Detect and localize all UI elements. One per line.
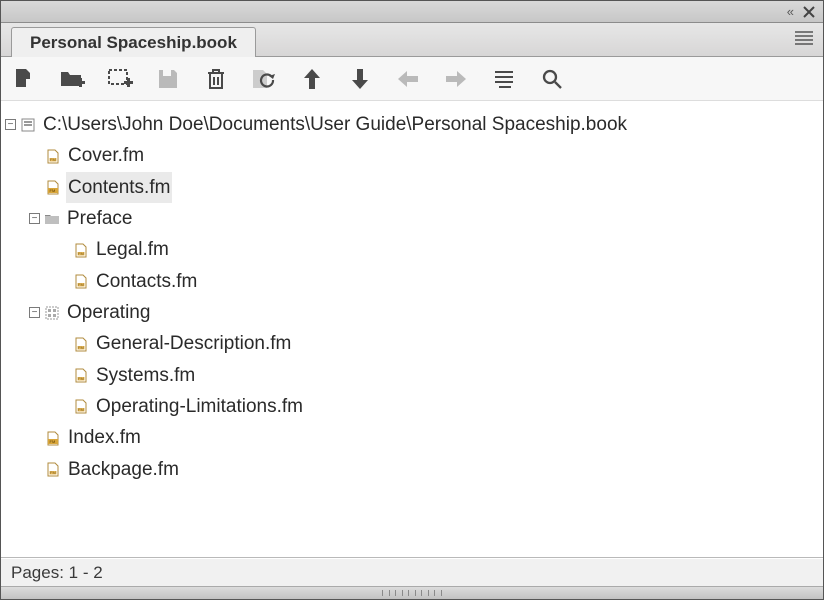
- arrow-left-icon: [396, 69, 420, 89]
- toolbar: [1, 57, 823, 101]
- move-up-button[interactable]: [299, 66, 325, 92]
- pages-status: Pages: 1 - 2: [11, 563, 103, 583]
- arrow-right-icon: [444, 69, 468, 89]
- svg-text:FM: FM: [78, 251, 84, 256]
- move-down-button[interactable]: [347, 66, 373, 92]
- forward-button[interactable]: [443, 66, 469, 92]
- collapse-button[interactable]: «: [787, 4, 793, 19]
- tree-item-label: Preface: [65, 203, 134, 234]
- tree-item[interactable]: FM Cover.fm: [5, 140, 819, 171]
- tree-item[interactable]: FM Systems.fm: [5, 360, 819, 391]
- search-button[interactable]: [539, 66, 565, 92]
- collapse-toggle[interactable]: −: [5, 119, 16, 130]
- tab-book[interactable]: Personal Spaceship.book: [11, 27, 256, 57]
- tree-item-label: Legal.fm: [94, 234, 171, 265]
- search-icon: [541, 68, 563, 90]
- collapse-toggle[interactable]: −: [29, 213, 40, 224]
- fm-doc-icon: FM: [72, 399, 90, 415]
- close-icon: [803, 6, 815, 18]
- tree-item-label: Backpage.fm: [66, 454, 181, 485]
- fm-doc-icon: FM: [72, 336, 90, 352]
- svg-text:FM: FM: [78, 376, 84, 381]
- tab-menu-button[interactable]: [795, 30, 813, 50]
- fm-doc-icon: FM: [44, 461, 62, 477]
- folder-icon: [43, 211, 61, 227]
- tree-item[interactable]: FM General-Description.fm: [5, 328, 819, 359]
- arrow-down-icon: [350, 67, 370, 91]
- titlebar: «: [1, 1, 823, 23]
- tree-root-label: C:\Users\John Doe\Documents\User Guide\P…: [41, 109, 629, 140]
- menu-icon: [795, 31, 813, 45]
- refresh-button[interactable]: [251, 66, 277, 92]
- resize-grip[interactable]: [1, 586, 823, 599]
- fm-gen-icon: FM: [44, 179, 62, 195]
- status-bar: Pages: 1 - 2: [1, 558, 823, 586]
- tree-root[interactable]: − C:\Users\John Doe\Documents\User Guide…: [5, 109, 819, 140]
- fm-gen-icon: FM: [44, 430, 62, 446]
- tree-item-label: Operating: [65, 297, 152, 328]
- outline-button[interactable]: [491, 66, 517, 92]
- tree-item-label: Index.fm: [66, 422, 143, 453]
- delete-button[interactable]: [203, 66, 229, 92]
- svg-text:FM: FM: [78, 282, 84, 287]
- book-icon: [19, 117, 37, 133]
- tab-label: Personal Spaceship.book: [28, 33, 239, 52]
- add-file-icon: [12, 67, 36, 91]
- tree-item[interactable]: FM Contacts.fm: [5, 266, 819, 297]
- tree-item-label: Systems.fm: [94, 360, 197, 391]
- grip-icon: [382, 590, 442, 596]
- tree-item[interactable]: FM Index.fm: [5, 422, 819, 453]
- close-button[interactable]: [801, 4, 817, 20]
- back-button[interactable]: [395, 66, 421, 92]
- trash-icon: [205, 67, 227, 91]
- tree-item-label: Contacts.fm: [94, 266, 199, 297]
- tree-item-label: General-Description.fm: [94, 328, 293, 359]
- svg-text:FM: FM: [50, 470, 56, 475]
- tab-bar: Personal Spaceship.book: [1, 23, 823, 57]
- add-folder-button[interactable]: [59, 66, 85, 92]
- svg-text:FM: FM: [78, 345, 84, 350]
- tree-item[interactable]: − Preface: [5, 203, 819, 234]
- fm-doc-icon: FM: [72, 242, 90, 258]
- save-icon: [156, 67, 180, 91]
- fm-doc-icon: FM: [44, 148, 62, 164]
- tree-item[interactable]: FM Contents.fm: [5, 172, 819, 203]
- fm-doc-icon: FM: [72, 367, 90, 383]
- book-panel: « Personal Spaceship.book: [0, 0, 824, 600]
- tree-item[interactable]: − Operating: [5, 297, 819, 328]
- tree-item-label: Operating-Limitations.fm: [94, 391, 305, 422]
- tree-item[interactable]: FM Legal.fm: [5, 234, 819, 265]
- collapse-toggle[interactable]: −: [29, 307, 40, 318]
- add-content-icon: [107, 67, 133, 91]
- arrow-up-icon: [302, 67, 322, 91]
- tree-item[interactable]: FM Operating-Limitations.fm: [5, 391, 819, 422]
- svg-text:FM: FM: [50, 157, 56, 162]
- group-icon: [43, 305, 61, 321]
- svg-text:FM: FM: [50, 188, 56, 193]
- tree-item[interactable]: FM Backpage.fm: [5, 454, 819, 485]
- tree-rows: FM Cover.fm FM Contents.fm − Preface FM Legal.f…: [5, 140, 819, 485]
- refresh-icon: [251, 67, 277, 91]
- tree-item-label: Contents.fm: [66, 172, 172, 203]
- add-file-button[interactable]: [11, 66, 37, 92]
- outline-icon: [493, 69, 515, 89]
- add-content-button[interactable]: [107, 66, 133, 92]
- svg-text:FM: FM: [78, 407, 84, 412]
- tree-item-label: Cover.fm: [66, 140, 146, 171]
- add-folder-icon: [59, 67, 85, 91]
- fm-doc-icon: FM: [72, 273, 90, 289]
- book-tree[interactable]: − C:\Users\John Doe\Documents\User Guide…: [1, 101, 823, 557]
- save-button[interactable]: [155, 66, 181, 92]
- svg-text:FM: FM: [50, 439, 56, 444]
